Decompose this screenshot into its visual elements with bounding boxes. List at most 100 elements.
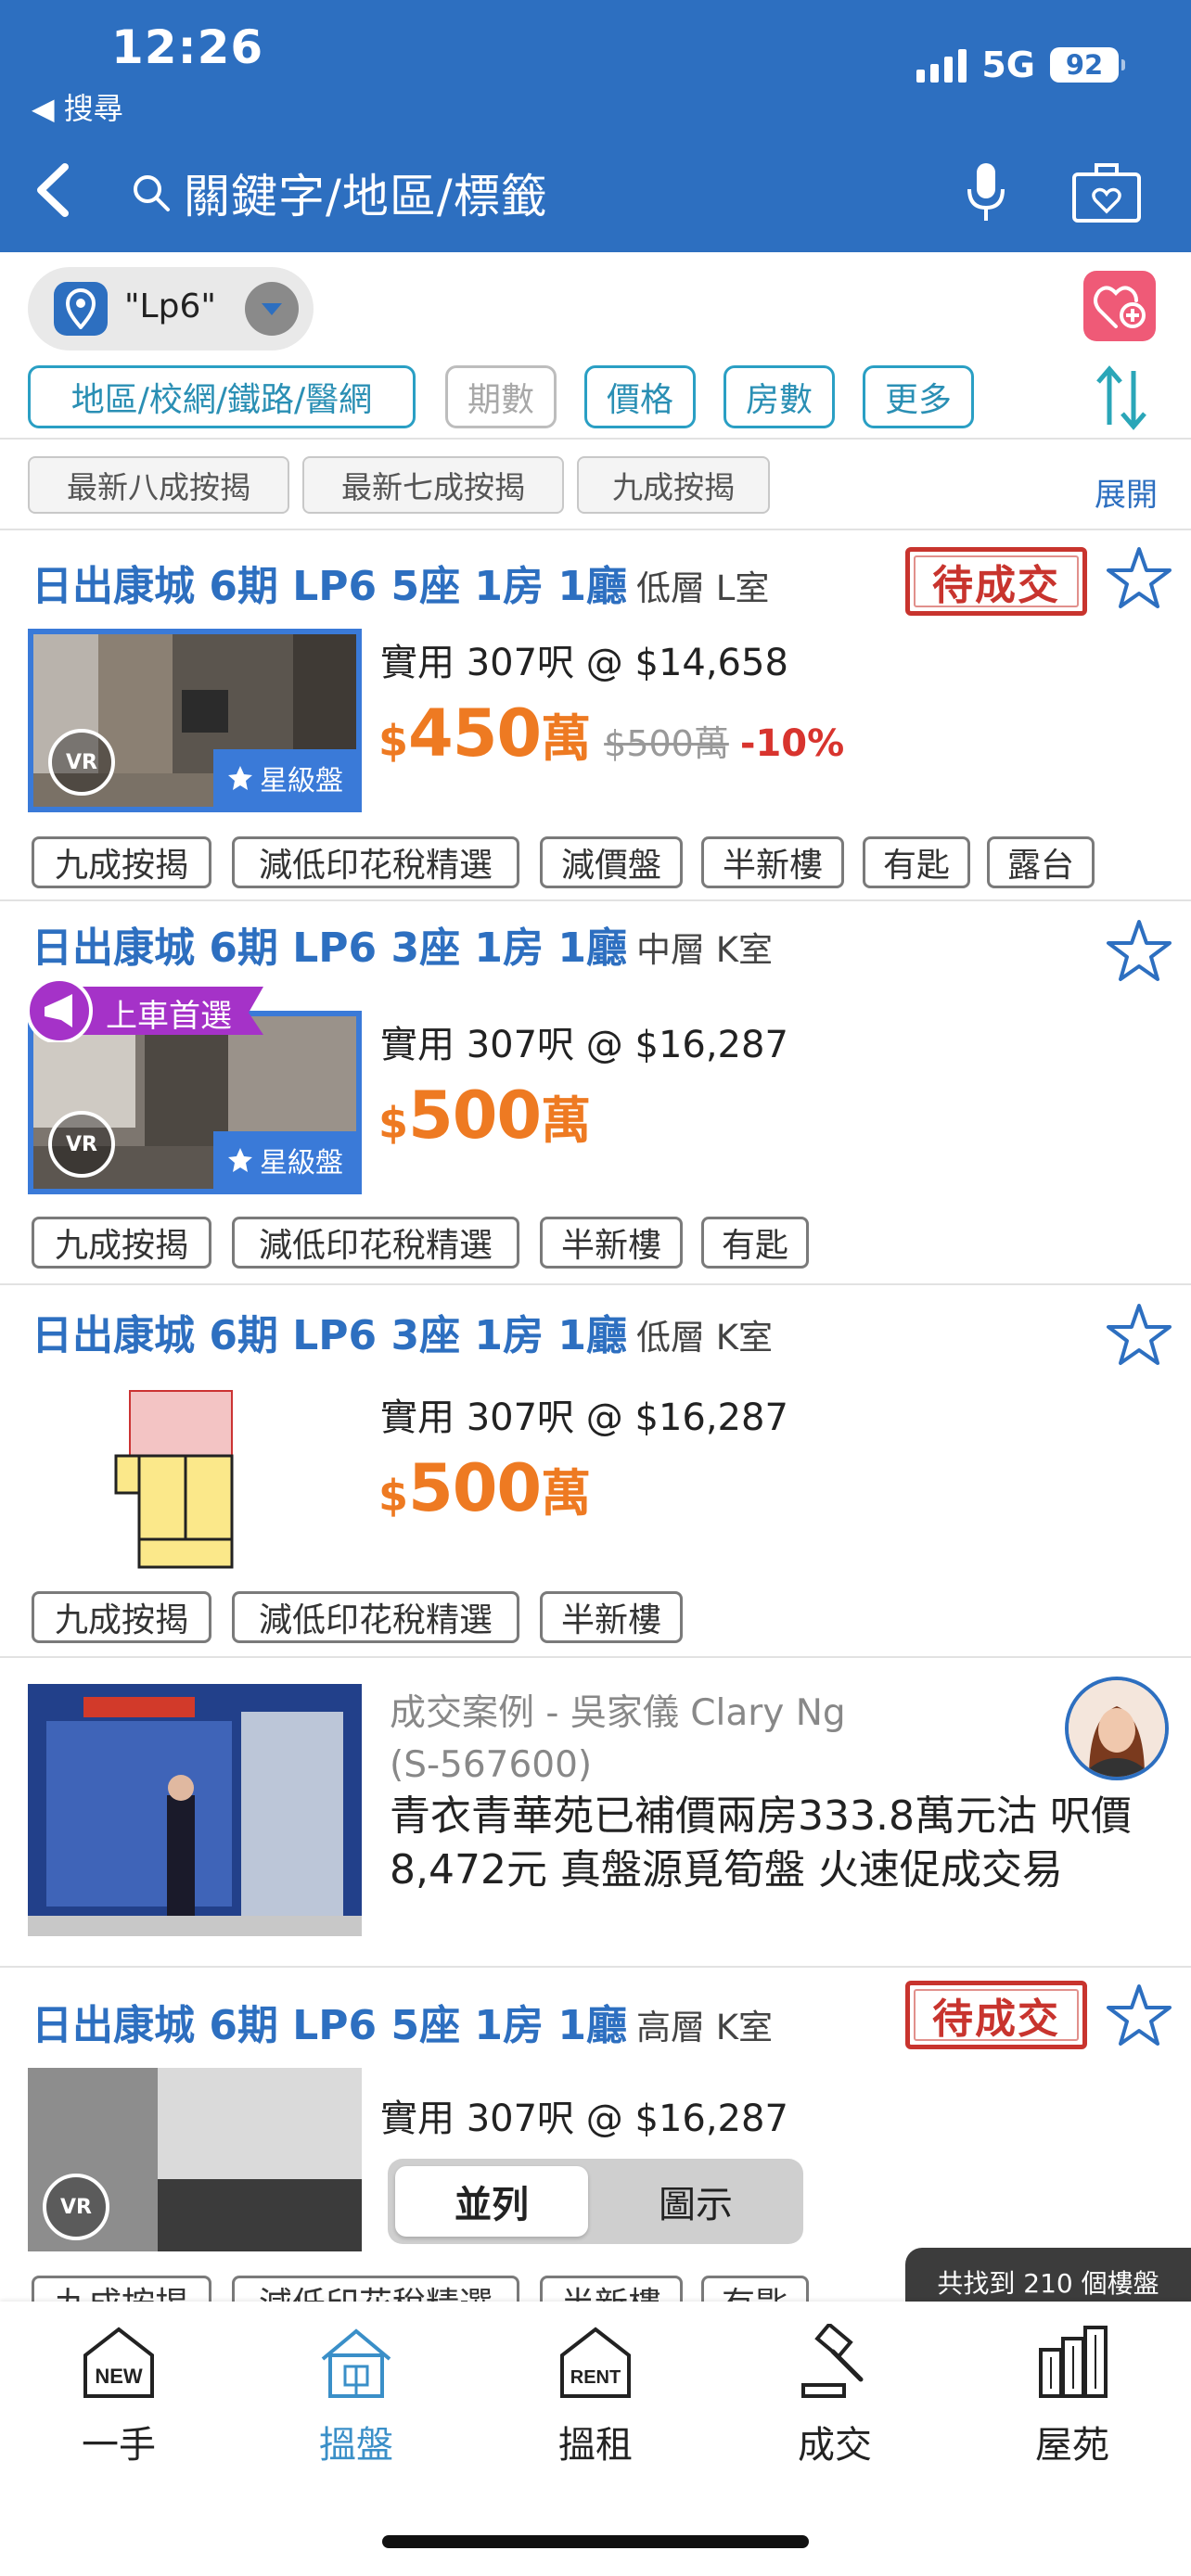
top-header: 12:26 ◀ 搜尋 5G 92 關鍵字/地區/標籤 <box>0 0 1191 252</box>
house-icon <box>321 2328 391 2398</box>
case-agent-info: 成交案例 - 吳家儀 Clary Ng (S-567600) <box>390 1688 846 1792</box>
price-currency: $ <box>378 716 409 766</box>
nav-label: 一手 <box>82 2424 156 2467</box>
listing-card[interactable]: 日出康城 6期 LP6 3座 1房 1廳 低層 K室 實用 307呎 @ $16,… <box>0 1285 1191 1656</box>
view-mode-toggle: 並列 圖示 <box>388 2159 803 2244</box>
add-favorite-search-button[interactable] <box>1083 271 1156 341</box>
chevron-left-icon <box>37 163 69 217</box>
floor-plan-image[interactable] <box>28 1382 362 1576</box>
vr-badge[interactable]: VR <box>43 2174 109 2240</box>
star-listing-tag: 星級盤 <box>213 1131 356 1189</box>
list-view-button[interactable]: 並列 <box>395 2166 588 2237</box>
quick-filter-90-mortgage[interactable]: 九成按揭 <box>577 456 770 514</box>
agency-storefront-photo <box>28 1684 362 1936</box>
briefcase-heart-icon <box>1072 163 1141 223</box>
rent-icon: RENT <box>560 2327 631 2398</box>
storefront-image <box>28 1684 362 1936</box>
agent-photo <box>1069 1680 1165 1777</box>
divider <box>0 1656 1191 1658</box>
back-button[interactable] <box>26 158 82 223</box>
listing-photo[interactable]: VR 星級盤 <box>28 629 362 812</box>
status-indicators: 5G 92 <box>916 45 1125 85</box>
nav-label: 搵租 <box>558 2424 633 2467</box>
listing-area-price: 實用 307呎 @ $16,287 <box>380 2098 788 2140</box>
nav-label: 屋苑 <box>1035 2424 1109 2467</box>
listing-card[interactable]: 日出康城 6期 LP6 3座 1房 1廳 中層 K室 VR 星級盤 上車首選 實用… <box>0 901 1191 1282</box>
nav-label: 成交 <box>798 2424 872 2467</box>
filter-district[interactable]: 地區/校網/鐵路/醫網 <box>28 365 416 428</box>
listing-floor: 中層 K室 <box>635 930 773 970</box>
listing-area-price: 實用 307呎 @ $16,287 <box>380 1396 788 1439</box>
filter-more[interactable]: 更多 <box>863 365 974 428</box>
case-agent-license: (S-567600) <box>390 1744 593 1786</box>
home-indicator[interactable] <box>382 2535 809 2548</box>
tag: 有匙 <box>863 836 970 888</box>
nav-transactions[interactable]: 成交 <box>742 2311 928 2478</box>
listing-floor: 低層 L室 <box>635 568 770 608</box>
price-unit: 萬 <box>541 709 592 768</box>
tag: 有匙 <box>701 1217 809 1269</box>
filter-rooms[interactable]: 房數 <box>724 365 835 428</box>
listing-tags: 九成按揭 減低印花稅精選 半新樓 <box>32 1591 1182 1645</box>
tag: 半新樓 <box>540 2276 683 2302</box>
listing-photo[interactable]: VR <box>28 2068 362 2251</box>
price-amount: 500 <box>408 1078 542 1154</box>
quick-filter-70-mortgage[interactable]: 最新七成按揭 <box>302 456 564 514</box>
filter-price[interactable]: 價格 <box>584 365 696 428</box>
microphone-icon <box>967 163 1005 221</box>
listing-area-price: 實用 307呎 @ $16,287 <box>380 1024 788 1066</box>
tag: 減低印花稅精選 <box>232 836 519 888</box>
favorite-star-button[interactable] <box>1104 1981 1174 2051</box>
search-input[interactable]: 關鍵字/地區/標籤 <box>130 158 548 228</box>
tag: 半新樓 <box>540 1217 683 1269</box>
status-back-to-app[interactable]: ◀ 搜尋 <box>32 85 123 128</box>
status-time: 12:26 <box>111 20 264 74</box>
location-selector[interactable]: "Lp6" <box>28 267 314 351</box>
price-currency: $ <box>378 1098 409 1148</box>
nav-label: 搵盤 <box>319 2424 393 2467</box>
sort-button[interactable] <box>1091 363 1152 432</box>
favorite-star-button[interactable] <box>1104 1300 1174 1371</box>
listing-name: 日出康城 6期 LP6 5座 1房 1廳 <box>32 563 627 610</box>
star-outline-icon <box>228 1148 252 1172</box>
favorite-star-button[interactable] <box>1104 916 1174 987</box>
pending-stamp: 待成交 <box>905 1981 1087 2049</box>
shortlist-button[interactable] <box>1070 159 1143 224</box>
divider <box>0 438 1191 440</box>
voice-search-button[interactable] <box>963 159 1009 224</box>
tag: 減低印花稅精選 <box>232 1217 519 1269</box>
tag: 減價盤 <box>540 836 683 888</box>
listing-card[interactable]: 日出康城 6期 LP6 5座 1房 1廳 低層 L室 待成交 VR 星級盤 實用 … <box>0 530 1191 899</box>
new-icon: NEW <box>83 2327 154 2398</box>
tag: 半新樓 <box>540 1591 683 1643</box>
filter-bar: 地區/校網/鐵路/醫網 期數 價格 房數 更多 <box>28 365 1191 430</box>
listing-price: $500萬 <box>378 1078 591 1154</box>
quick-filter-80-mortgage[interactable]: 最新八成按揭 <box>28 456 289 514</box>
nav-buy[interactable]: 搵盤 <box>263 2311 449 2478</box>
nav-rent[interactable]: RENT 搵租 <box>503 2311 688 2478</box>
star-icon <box>1107 1984 1172 2046</box>
location-pin-icon <box>54 282 108 336</box>
agent-avatar[interactable] <box>1065 1677 1169 1780</box>
star-icon <box>1107 1304 1172 1365</box>
filter-phase[interactable]: 期數 <box>445 365 557 428</box>
listing-floor: 高層 K室 <box>635 2008 773 2047</box>
nav-estates[interactable]: 屋苑 <box>980 2311 1165 2478</box>
vr-badge[interactable]: VR <box>48 1111 115 1178</box>
gavel-icon <box>801 2324 864 2398</box>
chevron-down-icon[interactable] <box>245 282 299 336</box>
favorite-star-button[interactable] <box>1104 543 1174 614</box>
tag: 九成按揭 <box>32 1591 211 1643</box>
expand-link[interactable]: 展開 <box>1095 469 1158 515</box>
floor-plan-drawing <box>28 1382 362 1576</box>
tag: 九成按揭 <box>32 836 211 888</box>
listing-name: 日出康城 6期 LP6 3座 1房 1廳 <box>32 1312 627 1359</box>
listing-price: $450萬 $500萬 -10% <box>378 695 844 772</box>
nav-new-homes[interactable]: NEW 一手 <box>26 2311 211 2478</box>
case-agent-line: 成交案例 - 吳家儀 Clary Ng <box>390 1692 846 1734</box>
battery-icon: 92 <box>1050 47 1125 83</box>
search-placeholder: 關鍵字/地區/標籤 <box>184 170 548 223</box>
vr-badge[interactable]: VR <box>48 729 115 796</box>
price-unit: 萬 <box>541 1091 592 1150</box>
map-view-button[interactable]: 圖示 <box>599 2166 792 2237</box>
